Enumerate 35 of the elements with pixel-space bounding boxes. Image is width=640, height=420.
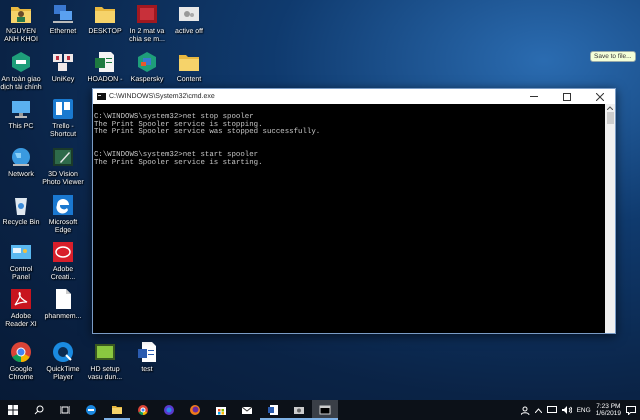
terminal-icon [319, 404, 331, 416]
minimize-icon [530, 96, 538, 97]
network-icon [51, 2, 75, 26]
document-icon [135, 340, 159, 364]
windows-icon [8, 405, 18, 415]
document-icon [267, 404, 279, 416]
notification-icon[interactable] [626, 406, 636, 414]
video-icon [135, 2, 159, 26]
scrollbar-thumb[interactable] [606, 112, 614, 124]
folder-icon [111, 404, 123, 416]
network-icon[interactable] [546, 406, 557, 414]
bag-icon [215, 404, 227, 416]
scrollbar[interactable] [605, 104, 615, 333]
chevron-icon[interactable] [534, 408, 542, 412]
wheel-icon [9, 340, 33, 364]
maximize-icon [563, 92, 571, 100]
people-icon[interactable] [520, 406, 530, 414]
envelope-icon [241, 404, 253, 416]
hexagon-icon [9, 50, 33, 74]
close-icon [596, 92, 604, 100]
circle-icon [51, 340, 75, 364]
board-icon [51, 97, 75, 121]
search-icon [34, 405, 44, 415]
wheel-icon [137, 404, 149, 416]
caret-icon [607, 106, 613, 110]
browser-icon [51, 193, 75, 217]
pdf-icon [9, 287, 33, 311]
spreadsheet-icon [93, 50, 117, 74]
task-view-icon [60, 405, 70, 415]
speaker-icon[interactable] [562, 406, 572, 414]
taskbar-button[interactable] [312, 400, 338, 420]
camera-icon [293, 404, 305, 416]
terminal-icon [97, 93, 106, 100]
hexagon-icon [135, 50, 159, 74]
picture-frame-icon [51, 145, 75, 169]
